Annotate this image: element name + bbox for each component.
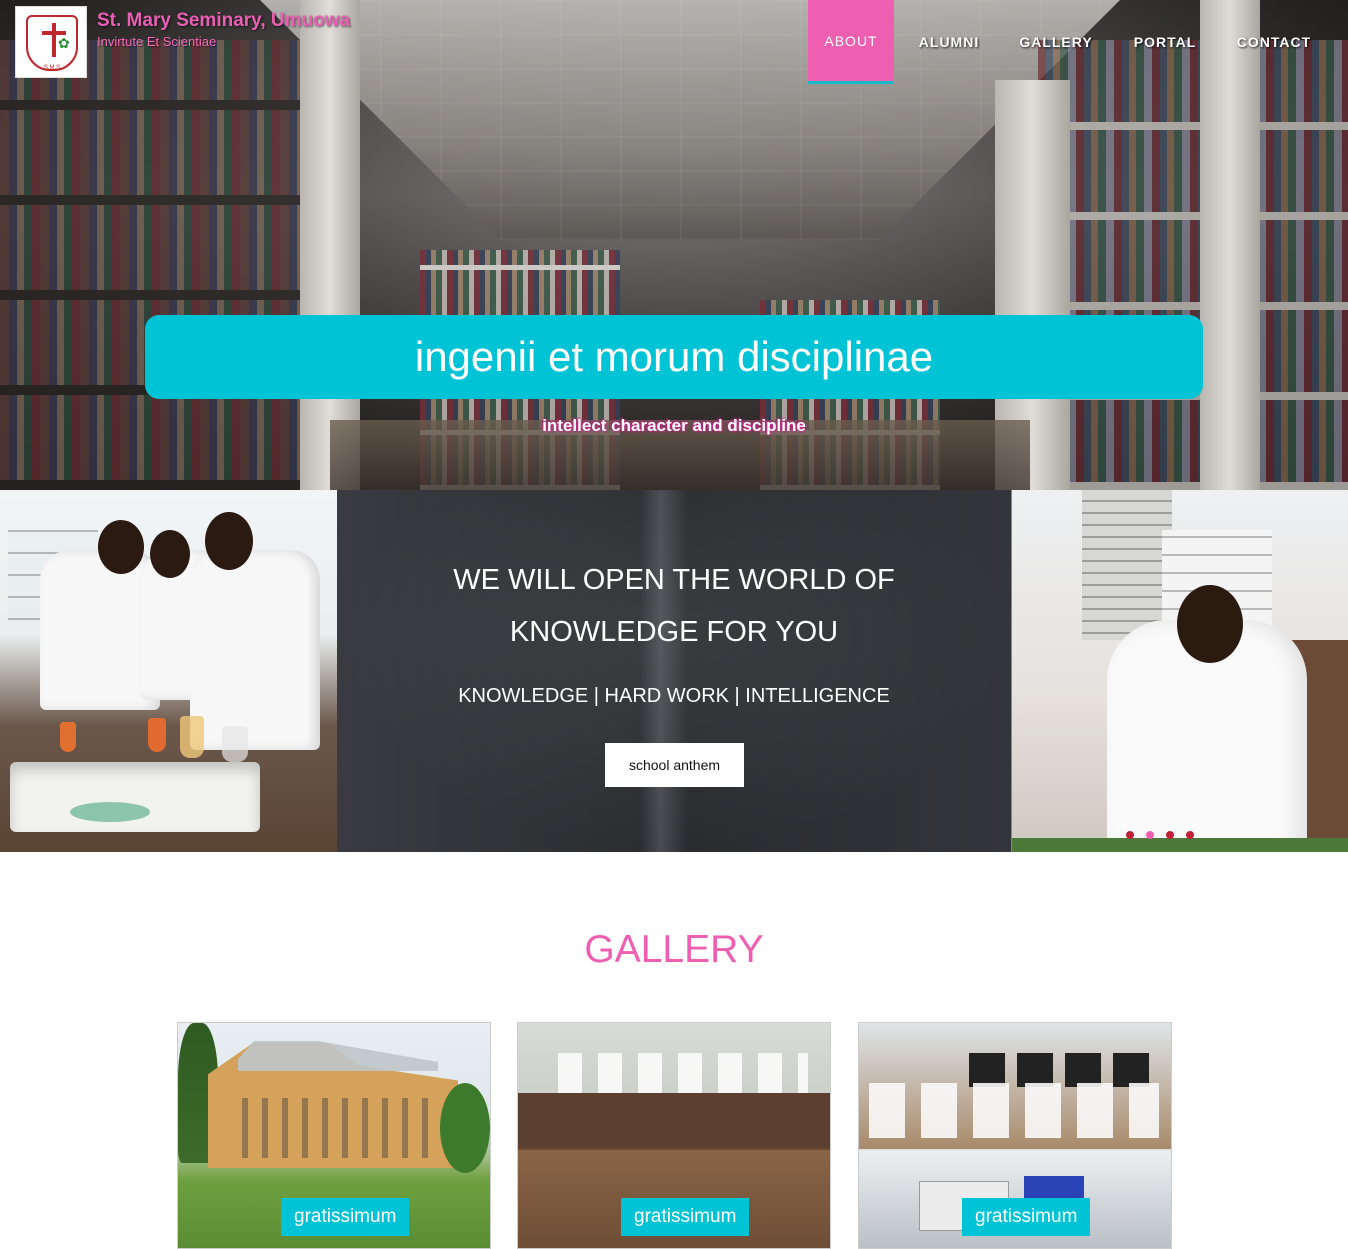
- nav-gallery[interactable]: GALLERY: [1008, 0, 1104, 84]
- flask-icon: [180, 716, 204, 758]
- nav-portal[interactable]: PORTAL: [1122, 0, 1208, 84]
- hero-tagline: ingenii et morum disciplinae: [414, 333, 934, 380]
- feature-slider: WE WILL OPEN THE WORLD OF KNOWLEDGE FOR …: [0, 490, 1348, 852]
- slide-heading-line2: KNOWLEDGE FOR YOU: [509, 616, 839, 648]
- logo-cross-icon: [52, 23, 56, 57]
- slider-dot-2[interactable]: [1146, 831, 1154, 839]
- lab-sink: [10, 762, 260, 832]
- building-roof: [238, 1041, 438, 1071]
- brand-motto: Invirtute Et Scientiae: [97, 34, 217, 49]
- hero-subtagline: intellect character and discipline: [542, 416, 806, 435]
- slider-left-image: [0, 490, 337, 852]
- gallery-caption[interactable]: gratissimum: [281, 1198, 410, 1236]
- student-figure: [190, 550, 320, 750]
- computer-lab-top-photo: [859, 1023, 1171, 1149]
- slider-dot-4[interactable]: [1186, 831, 1194, 839]
- computer-lab-students: [869, 1083, 1159, 1138]
- student-head: [150, 530, 190, 578]
- brand-title[interactable]: St. Mary Seminary, Umuowa: [97, 10, 350, 32]
- gallery-title: GALLERY: [584, 928, 764, 971]
- gallery-card-building[interactable]: gratissimum: [177, 1022, 491, 1249]
- slide-heading-line1: WE WILL OPEN THE WORLD OF: [453, 564, 895, 596]
- tree: [440, 1083, 490, 1173]
- slider-dots: [1126, 831, 1194, 839]
- sink-water: [70, 802, 150, 822]
- school-anthem-button[interactable]: school anthem: [605, 743, 744, 787]
- school-logo[interactable]: ✿ S.M.S: [15, 6, 87, 78]
- nav-about[interactable]: ABOUT: [808, 0, 894, 84]
- monitors: [969, 1053, 1149, 1087]
- gallery-card-lab[interactable]: gratissimum: [517, 1022, 831, 1249]
- slider-dot-1[interactable]: [1126, 831, 1134, 839]
- lab-bench: [518, 1093, 830, 1148]
- gallery-caption[interactable]: gratissimum: [621, 1198, 750, 1236]
- burette-rack: [1082, 490, 1172, 640]
- flask-icon: [148, 718, 166, 752]
- nav-alumni[interactable]: ALUMNI: [904, 0, 994, 84]
- hero-tagline-box: ingenii et morum disciplinae: [145, 315, 1203, 399]
- logo-text: S.M.S: [43, 65, 61, 71]
- student-head: [1177, 585, 1243, 663]
- flask-icon: [222, 726, 248, 762]
- logo-palm-icon: ✿: [58, 35, 70, 51]
- logo-shield-icon: ✿: [26, 15, 78, 71]
- student-head: [98, 520, 144, 574]
- nav-contact[interactable]: CONTACT: [1224, 0, 1324, 84]
- slider-center-panel: WE WILL OPEN THE WORLD OF KNOWLEDGE FOR …: [337, 490, 1011, 852]
- student-head: [205, 512, 253, 570]
- building-windows: [228, 1098, 438, 1158]
- flask-icon: [60, 722, 76, 752]
- grass-strip: [1012, 838, 1348, 852]
- gallery-caption[interactable]: gratissimum: [962, 1198, 1091, 1236]
- hero-banner: ✿ S.M.S St. Mary Seminary, Umuowa Invirt…: [0, 0, 1348, 490]
- slide-subheading: KNOWLEDGE | HARD WORK | INTELLIGENCE: [458, 685, 890, 707]
- slider-dot-3[interactable]: [1166, 831, 1174, 839]
- slide-heading: WE WILL OPEN THE WORLD OF KNOWLEDGE FOR …: [337, 554, 1011, 658]
- slider-right-image: [1011, 490, 1348, 852]
- gallery-card-computer-lab[interactable]: gratissimum: [858, 1022, 1172, 1249]
